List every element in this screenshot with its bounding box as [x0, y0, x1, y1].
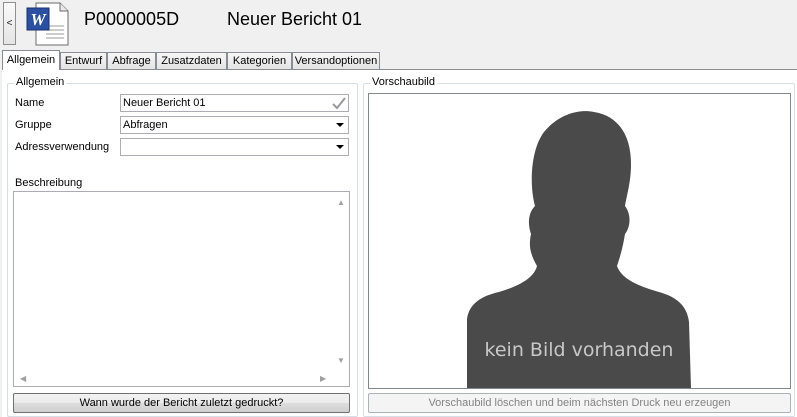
last-printed-button[interactable]: Wann wurde der Bericht zuletzt gedruckt?	[13, 393, 350, 413]
description-textarea[interactable]: ▲ ▼ ◀ ▶	[13, 191, 350, 387]
scroll-up-icon[interactable]: ▲	[337, 198, 345, 207]
address-usage-label: Adressverwendung	[15, 141, 110, 153]
chevron-left-icon: <	[6, 18, 13, 29]
name-field[interactable]: Neuer Bericht 01	[120, 94, 349, 112]
delete-preview-button[interactable]: Vorschaubild löschen und beim nächsten D…	[368, 393, 791, 413]
scroll-down-icon[interactable]: ▼	[337, 356, 345, 365]
document-title: Neuer Bericht 01	[227, 9, 363, 29]
group-value: Abfragen	[123, 119, 168, 131]
preview-image-frame: kein Bild vorhanden	[368, 93, 791, 389]
group-select[interactable]: Abfragen	[120, 116, 349, 134]
dropdown-arrow-icon	[336, 123, 344, 127]
tab-content-allgemein: Allgemein Name Neuer Bericht 01 Gruppe A…	[2, 69, 797, 417]
address-usage-select[interactable]	[120, 138, 349, 156]
tab-abfrage[interactable]: Abfrage	[107, 52, 156, 69]
scroll-right-icon[interactable]: ▶	[320, 374, 326, 383]
preview-legend: Vorschaubild	[370, 76, 437, 88]
group-label: Gruppe	[15, 119, 52, 131]
vertical-scrollbar[interactable]: ▲ ▼	[333, 192, 349, 370]
description-label: Beschreibung	[15, 177, 83, 189]
tab-zusatzdaten[interactable]: Zusatzdaten	[156, 52, 227, 69]
tab-entwurf[interactable]: Entwurf	[60, 52, 107, 69]
name-value: Neuer Bericht 01	[123, 97, 206, 109]
horizontal-scrollbar[interactable]: ◀ ▶	[14, 370, 333, 386]
general-legend: Allgemein	[14, 76, 67, 88]
checkmark-icon	[332, 97, 346, 110]
dropdown-arrow-icon	[336, 145, 344, 149]
document-number: P0000005D	[84, 9, 180, 29]
word-letter: W	[30, 10, 47, 29]
tab-kategorien[interactable]: Kategorien	[227, 52, 292, 69]
header-bar: < W P0000005D Neuer Bericht 01	[0, 0, 797, 47]
word-document-icon: W	[24, 2, 72, 46]
no-image-text: kein Bild vorhanden	[485, 339, 674, 361]
scroll-left-icon[interactable]: ◀	[20, 374, 26, 383]
person-silhouette-icon: kein Bild vorhanden	[467, 111, 691, 388]
tab-versandoptionen[interactable]: Versandoptionen	[292, 52, 380, 69]
name-label: Name	[15, 97, 45, 109]
tab-allgemein[interactable]: Allgemein	[2, 50, 60, 70]
collapse-panel-button[interactable]: <	[3, 2, 16, 45]
